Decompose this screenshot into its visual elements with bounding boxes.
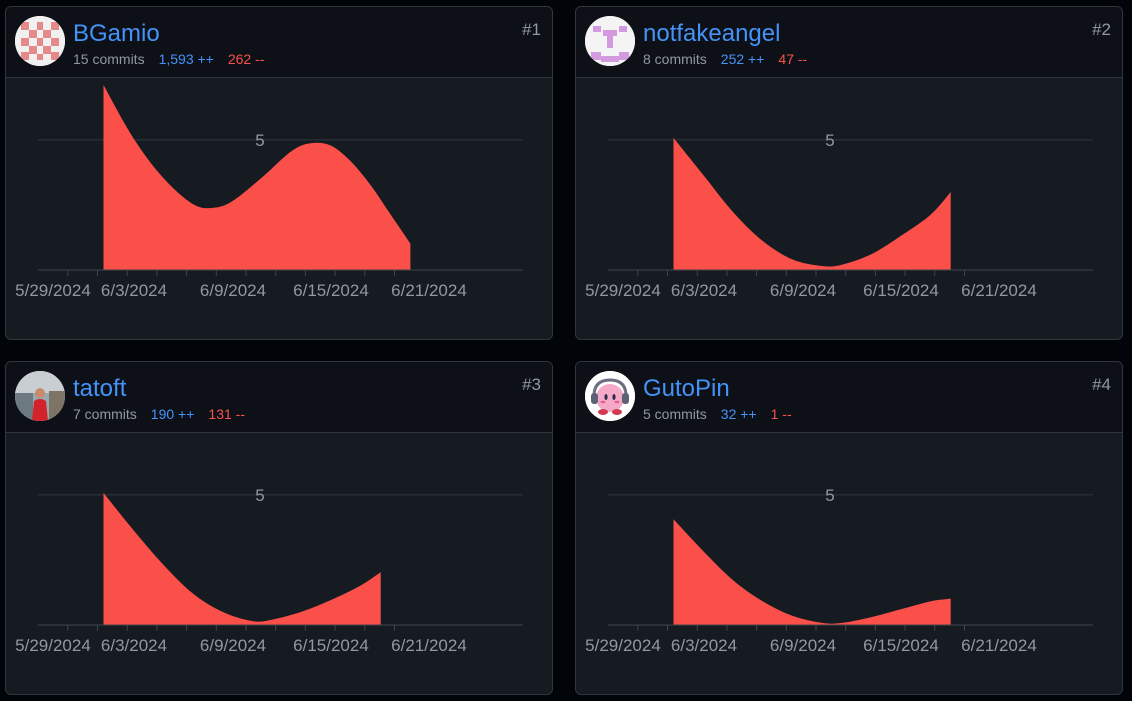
deletions-count: 47 -- (778, 51, 808, 67)
x-tick-label: 6/3/2024 (671, 281, 737, 300)
x-tick-label: 6/21/2024 (391, 281, 467, 300)
card-header: notfakeangel 8 commits 252 ++ 47 -- #2 (576, 7, 1122, 78)
x-tick-label: 6/3/2024 (101, 281, 167, 300)
x-tick-label: 6/21/2024 (391, 636, 467, 655)
contribution-stats: 7 commits 190 ++ 131 -- (73, 405, 245, 423)
deletions-count: 262 -- (227, 51, 265, 67)
x-tick-label: 6/15/2024 (293, 636, 369, 655)
x-tick-label: 6/15/2024 (863, 636, 939, 655)
contribution-area (103, 492, 381, 625)
x-tick-label: 5/29/2024 (585, 636, 661, 655)
card-header: BGamio 15 commits 1,593 ++ 262 -- #1 (6, 7, 552, 78)
username-link[interactable]: GutoPin (643, 375, 730, 403)
additions-count: 32 ++ (720, 406, 757, 422)
contribution-stats: 5 commits 32 ++ 1 -- (643, 405, 792, 423)
x-tick-label: 6/9/2024 (770, 636, 836, 655)
x-tick-label: 5/29/2024 (15, 281, 91, 300)
rank-badge: #1 (522, 20, 541, 39)
contributor-card: tatoft 7 commits 190 ++ 131 -- #3 5 5/29/20… (5, 361, 553, 695)
additions-count: 1,593 ++ (158, 51, 214, 67)
contributor-card: GutoPin 5 commits 32 ++ 1 -- #4 5 5/29/2024… (575, 361, 1123, 695)
contribution-area-chart: 5 5/29/2024 6/3/2024 6/9/2024 6/15/2024 6/21/… (15, 85, 523, 300)
rank-badge: #3 (522, 375, 541, 394)
contributor-card: BGamio 15 commits 1,593 ++ 262 -- #1 5 5/29… (5, 6, 553, 340)
photo-avatar-icon[interactable] (15, 371, 65, 421)
additions-count: 252 ++ (720, 51, 765, 67)
x-tick-label: 6/9/2024 (200, 636, 266, 655)
x-tick-label: 6/3/2024 (671, 636, 737, 655)
card-header: GutoPin 5 commits 32 ++ 1 -- #4 (576, 362, 1122, 433)
contribution-area (673, 137, 951, 270)
additions-count: 190 ++ (150, 406, 195, 422)
card-header: tatoft 7 commits 190 ++ 131 -- #3 (6, 362, 552, 433)
contribution-area-chart: 5 5/29/2024 6/3/2024 6/9/2024 6/15/2024 6/21/… (15, 486, 523, 655)
x-tick-label: 6/9/2024 (200, 281, 266, 300)
username-link[interactable]: BGamio (73, 20, 160, 48)
identicon-avatar-purple-icon[interactable] (585, 16, 635, 66)
x-tick-label: 5/29/2024 (15, 636, 91, 655)
commit-count: 5 commits (643, 406, 707, 422)
contribution-stats: 15 commits 1,593 ++ 262 -- (73, 50, 264, 68)
commit-count: 8 commits (643, 51, 707, 67)
contribution-area-chart: 5 5/29/2024 6/3/2024 6/9/2024 6/15/2024 6/21/… (585, 131, 1093, 300)
contributor-card: notfakeangel 8 commits 252 ++ 47 -- #2 5 5/… (575, 6, 1123, 340)
x-tick-label: 5/29/2024 (585, 281, 661, 300)
x-tick-label: 6/9/2024 (770, 281, 836, 300)
y-tick-label: 5 (825, 486, 834, 505)
contribution-area (103, 85, 411, 270)
kirby-headphones-avatar-icon[interactable] (585, 371, 635, 421)
username-link[interactable]: tatoft (73, 375, 126, 403)
identicon-avatar-pink-icon[interactable] (15, 16, 65, 66)
x-tick-label: 6/15/2024 (863, 281, 939, 300)
x-tick-label: 6/21/2024 (961, 281, 1037, 300)
contribution-area-chart: 5 5/29/2024 6/3/2024 6/9/2024 6/15/2024 6/21/… (585, 486, 1093, 655)
username-link[interactable]: notfakeangel (643, 20, 780, 48)
rank-badge: #2 (1092, 20, 1111, 39)
deletions-count: 131 -- (208, 406, 245, 422)
contribution-stats: 8 commits 252 ++ 47 -- (643, 50, 807, 68)
contribution-area (673, 519, 951, 625)
y-tick-label: 5 (825, 131, 834, 150)
rank-badge: #4 (1092, 375, 1111, 394)
y-tick-label: 5 (255, 131, 264, 150)
x-tick-label: 6/15/2024 (293, 281, 369, 300)
deletions-count: 1 -- (770, 406, 792, 422)
commit-count: 7 commits (73, 406, 137, 422)
x-tick-label: 6/3/2024 (101, 636, 167, 655)
commit-count: 15 commits (73, 51, 145, 67)
x-tick-label: 6/21/2024 (961, 636, 1037, 655)
y-tick-label: 5 (255, 486, 264, 505)
